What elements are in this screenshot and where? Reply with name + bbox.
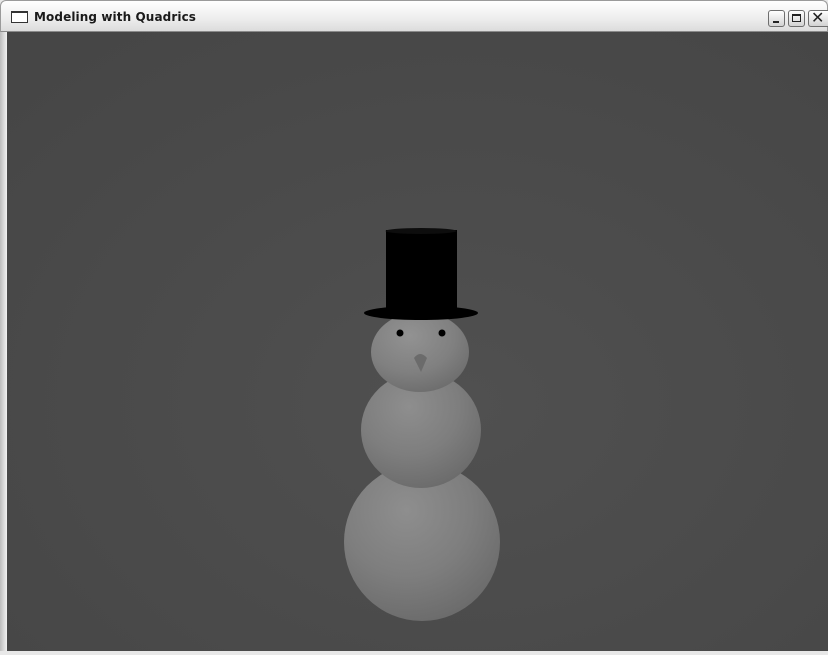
snowman-right-eye [438,329,446,337]
window-icon[interactable] [11,11,28,23]
close-icon: ✕ [811,8,825,27]
maximize-button[interactable] [788,10,805,27]
app-window: Modeling with Quadrics ✕ [0,0,828,655]
snowman-head [371,312,469,392]
window-title: Modeling with Quadrics [34,10,197,24]
snowman-left-eye [396,329,404,337]
minimize-icon [773,21,779,23]
snowman-scene [7,32,828,651]
hat-top [385,228,457,234]
hat-crown [386,230,457,313]
maximize-icon [792,14,801,22]
minimize-button[interactable] [768,10,785,27]
title-bar[interactable]: Modeling with Quadrics ✕ [0,0,828,32]
window-left-border [0,32,7,655]
opengl-viewport[interactable] [7,32,828,651]
close-button[interactable]: ✕ [808,8,828,27]
window-bottom-border [0,651,828,655]
